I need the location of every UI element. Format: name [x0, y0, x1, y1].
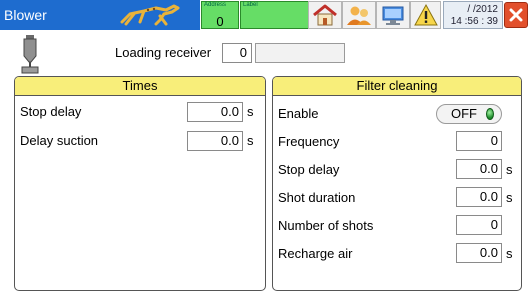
loading-receiver-icon	[20, 34, 40, 74]
close-icon	[509, 8, 523, 22]
receiver-name-field	[255, 43, 345, 63]
frequency-label: Frequency	[278, 134, 340, 149]
times-panel-title: Times	[15, 77, 265, 96]
address-value: 0	[216, 14, 224, 29]
shot-duration-input[interactable]: 0.0	[456, 187, 502, 207]
enable-state: OFF	[451, 106, 477, 121]
stop-delay-label: Stop delay	[20, 104, 82, 119]
warning-icon	[413, 3, 438, 26]
enable-toggle[interactable]: OFF	[436, 104, 502, 124]
stop-delay-input[interactable]: 0.0	[187, 102, 243, 122]
home-button[interactable]	[308, 1, 342, 29]
clock-date: / /2012	[467, 4, 498, 15]
shot-duration-unit: s	[506, 190, 513, 205]
users-button[interactable]	[342, 1, 376, 29]
shot-duration-label: Shot duration	[278, 190, 356, 205]
delay-suction-label: Delay suction	[20, 133, 99, 148]
number-of-shots-input[interactable]: 0	[456, 215, 502, 235]
enable-label: Enable	[278, 106, 319, 121]
title-bar: Blower Address 0 Label / /2012 14:56: …	[0, 0, 530, 31]
frequency-input[interactable]: 0	[456, 131, 502, 151]
filter-stop-delay-label: Stop delay	[278, 162, 340, 177]
close-button[interactable]	[504, 2, 528, 28]
label-caption: Label	[243, 2, 258, 8]
filter-cleaning-title: Filter cleaning	[273, 77, 521, 96]
computer-button[interactable]	[376, 1, 410, 29]
window-title: Blower	[0, 0, 104, 30]
number-of-shots-label: Number of shots	[278, 218, 374, 233]
stop-delay-unit: s	[247, 104, 254, 119]
home-icon	[313, 4, 337, 26]
filter-stop-delay-unit: s	[506, 162, 513, 177]
alarm-button[interactable]	[410, 1, 441, 29]
recharge-air-label: Recharge air	[278, 246, 353, 261]
delay-suction-unit: s	[247, 133, 254, 148]
delay-suction-input[interactable]: 0.0	[187, 131, 243, 151]
recharge-air-unit: s	[506, 246, 513, 261]
clock-display: / /2012 14 :56 : 39	[443, 1, 503, 29]
clock-time: 14 :56 : 39	[450, 16, 498, 27]
receiver-number-field[interactable]: 0	[222, 43, 252, 63]
users-icon	[347, 6, 371, 25]
filter-stop-delay-input[interactable]: 0.0	[456, 159, 502, 179]
loading-receiver-label: Loading receiver	[115, 45, 212, 60]
animal-logo-icon	[104, 0, 200, 30]
computer-icon	[382, 6, 404, 25]
address-caption: Address	[204, 2, 227, 8]
recharge-air-input[interactable]: 0.0	[456, 243, 502, 263]
status-led-icon	[486, 108, 494, 120]
address-display: Address 0	[201, 1, 239, 29]
